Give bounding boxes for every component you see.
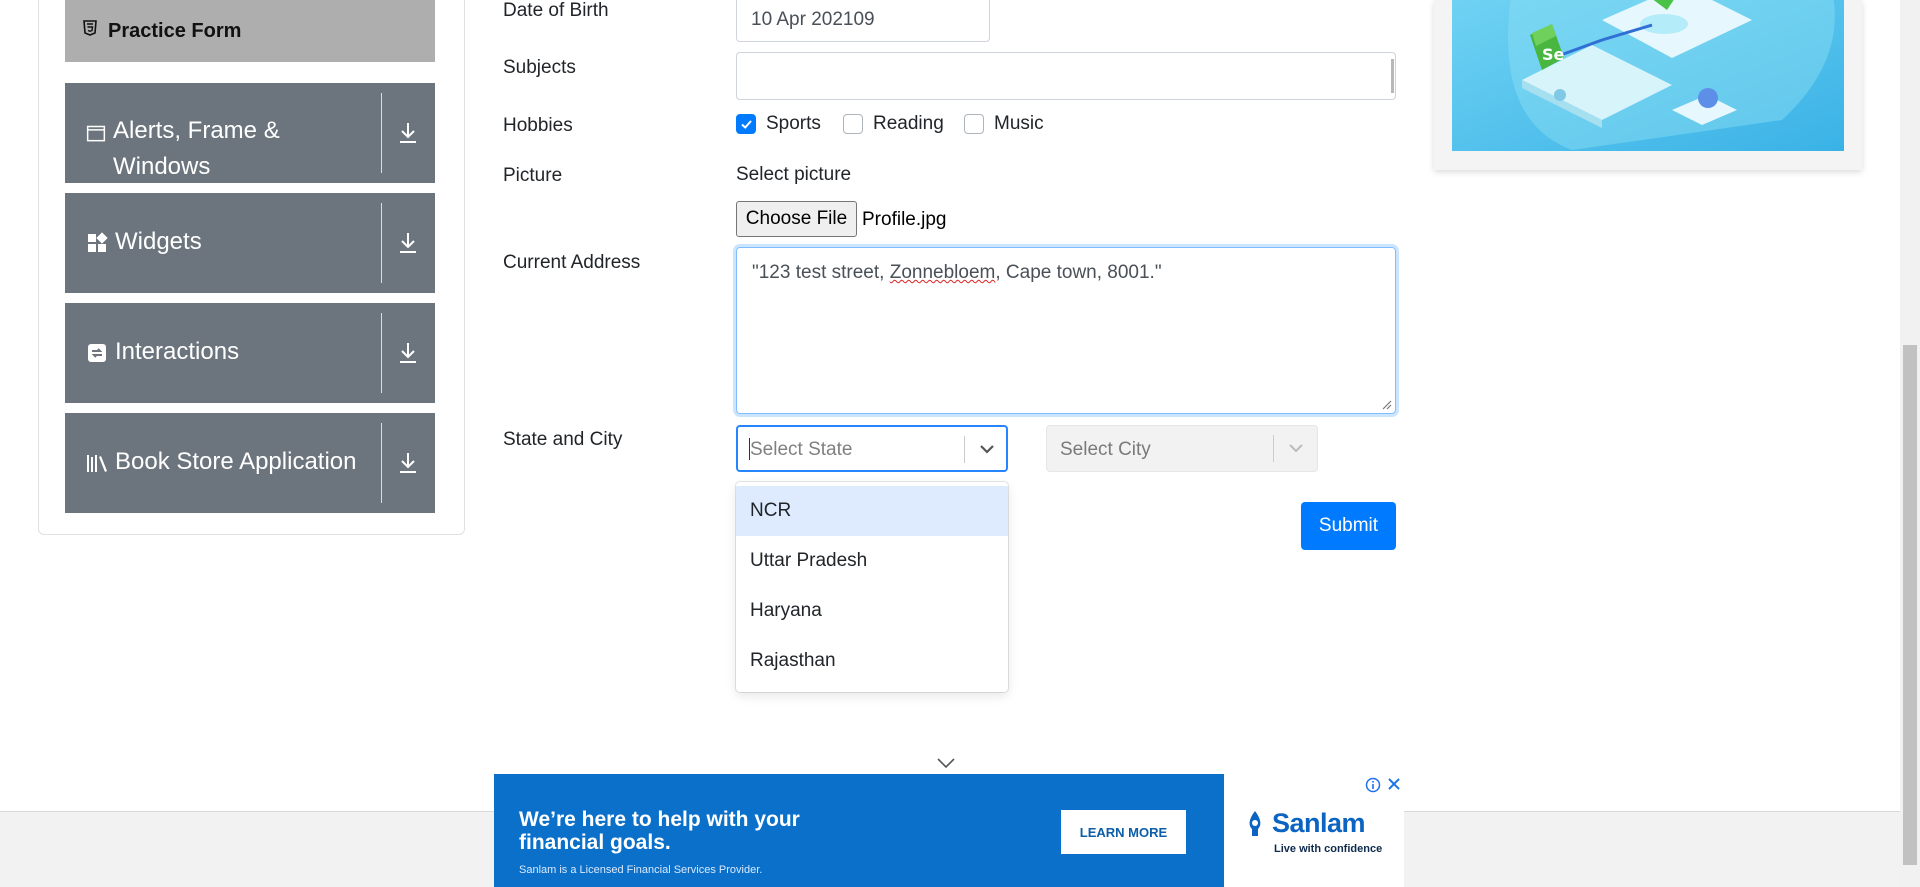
chevron-down-icon bbox=[1289, 444, 1303, 453]
state-option-haryana[interactable]: Haryana bbox=[736, 586, 1008, 636]
svg-text:Se: Se bbox=[1542, 45, 1565, 64]
current-address-label: Current Address bbox=[503, 252, 641, 273]
checkbox-music[interactable] bbox=[964, 114, 984, 134]
subjects-label: Subjects bbox=[503, 57, 576, 78]
ad-headline: We’re here to help with your financial g… bbox=[519, 808, 800, 854]
sidebar-group-alerts-frame-windows[interactable]: Alerts, Frame & Windows bbox=[65, 83, 435, 183]
sidebar-group-label: Interactions bbox=[115, 338, 240, 365]
state-placeholder: Select State bbox=[750, 439, 853, 460]
download-icon[interactable] bbox=[397, 120, 419, 146]
selected-file-name: Profile.jpg bbox=[862, 209, 947, 230]
picture-label: Picture bbox=[503, 165, 563, 186]
promo-banner[interactable]: Se bbox=[1434, 0, 1862, 170]
download-icon[interactable] bbox=[397, 340, 419, 366]
state-option-ncr[interactable]: NCR bbox=[736, 486, 1008, 536]
download-icon[interactable] bbox=[397, 450, 419, 476]
books-icon bbox=[87, 455, 107, 472]
date-of-birth-input[interactable]: 10 Apr 202109 bbox=[736, 0, 990, 42]
divider bbox=[381, 203, 382, 283]
ad-learn-more-button[interactable]: LEARN MORE bbox=[1061, 810, 1186, 854]
hobby-label: Music bbox=[994, 113, 1044, 134]
selenium-illustration: Se bbox=[1452, 0, 1844, 151]
state-option-rajasthan[interactable]: Rajasthan bbox=[736, 636, 1008, 686]
browser-window-icon bbox=[86, 125, 106, 142]
interactions-icon bbox=[88, 344, 106, 362]
current-address-textarea[interactable]: "123 test street, Zonnebloem, Cape town,… bbox=[736, 247, 1396, 414]
hobby-music[interactable]: Music bbox=[964, 113, 1044, 135]
sidebar-group-label-line2: Windows bbox=[113, 153, 211, 180]
state-select[interactable]: Select State bbox=[736, 425, 1008, 472]
sidebar-group-widgets[interactable]: Widgets bbox=[65, 193, 435, 293]
resize-handle-icon[interactable] bbox=[1380, 398, 1392, 410]
subjects-input[interactable] bbox=[736, 52, 1396, 100]
hobby-reading[interactable]: Reading bbox=[843, 113, 944, 135]
scroll-caret bbox=[1391, 59, 1394, 93]
address-text: "123 test street, bbox=[752, 262, 890, 283]
choose-file-button[interactable]: Choose File bbox=[736, 201, 857, 237]
hobby-label: Sports bbox=[766, 113, 821, 134]
advertisement-banner[interactable]: We’re here to help with your financial g… bbox=[494, 774, 1404, 887]
city-select: Select City bbox=[1046, 425, 1318, 472]
city-placeholder: Select City bbox=[1060, 439, 1151, 460]
ad-disclaimer: Sanlam is a Licensed Financial Services … bbox=[519, 864, 763, 876]
sidebar-group-label: Alerts, Frame & bbox=[113, 117, 280, 144]
sidebar-group-label: Book Store Application bbox=[115, 448, 357, 475]
select-separator bbox=[1273, 435, 1274, 462]
checkbox-reading[interactable] bbox=[843, 114, 863, 134]
dob-label: Date of Birth bbox=[503, 0, 609, 21]
state-dropdown-menu: NCR Uttar Pradesh Haryana Rajasthan bbox=[736, 482, 1008, 692]
hobby-label: Reading bbox=[873, 113, 944, 134]
chevron-down-icon[interactable] bbox=[978, 441, 996, 457]
state-option-uttar-pradesh[interactable]: Uttar Pradesh bbox=[736, 536, 1008, 586]
chevron-down-icon[interactable] bbox=[936, 757, 956, 769]
sanlam-logo-icon bbox=[1249, 810, 1261, 836]
misspelled-word: Zonnebloem bbox=[889, 262, 996, 283]
sidebar-item-label: Practice Form bbox=[108, 19, 242, 42]
checkmark-icon bbox=[741, 120, 752, 129]
submit-button[interactable]: Submit bbox=[1301, 502, 1396, 550]
ad-tagline: Live with confidence bbox=[1274, 843, 1383, 855]
divider bbox=[381, 93, 382, 173]
ad-close-icon[interactable] bbox=[1387, 777, 1401, 791]
sidebar-group-interactions[interactable]: Interactions bbox=[65, 303, 435, 403]
hobby-sports[interactable]: Sports bbox=[736, 113, 821, 135]
divider bbox=[381, 313, 382, 393]
hobbies-label: Hobbies bbox=[503, 115, 573, 136]
download-icon[interactable] bbox=[397, 230, 419, 256]
sidebar-group-label: Widgets bbox=[115, 228, 202, 255]
sidebar-group-book-store-application[interactable]: Book Store Application bbox=[65, 413, 435, 513]
divider bbox=[381, 423, 382, 503]
scrollbar-thumb[interactable] bbox=[1903, 345, 1917, 865]
select-separator bbox=[964, 436, 965, 463]
select-picture-label: Select picture bbox=[736, 164, 852, 185]
address-text-end: , Cape town, 8001." bbox=[995, 262, 1162, 283]
checkbox-sports[interactable] bbox=[736, 114, 756, 134]
ad-info-icon[interactable] bbox=[1365, 777, 1381, 793]
state-city-label: State and City bbox=[503, 429, 623, 450]
sidebar-item-practice-form[interactable]: Practice Form bbox=[65, 0, 435, 62]
html5-icon bbox=[83, 20, 97, 36]
widgets-icon bbox=[88, 232, 108, 252]
ad-brand-name: Sanlam bbox=[1272, 808, 1366, 838]
text-cursor bbox=[749, 438, 750, 460]
